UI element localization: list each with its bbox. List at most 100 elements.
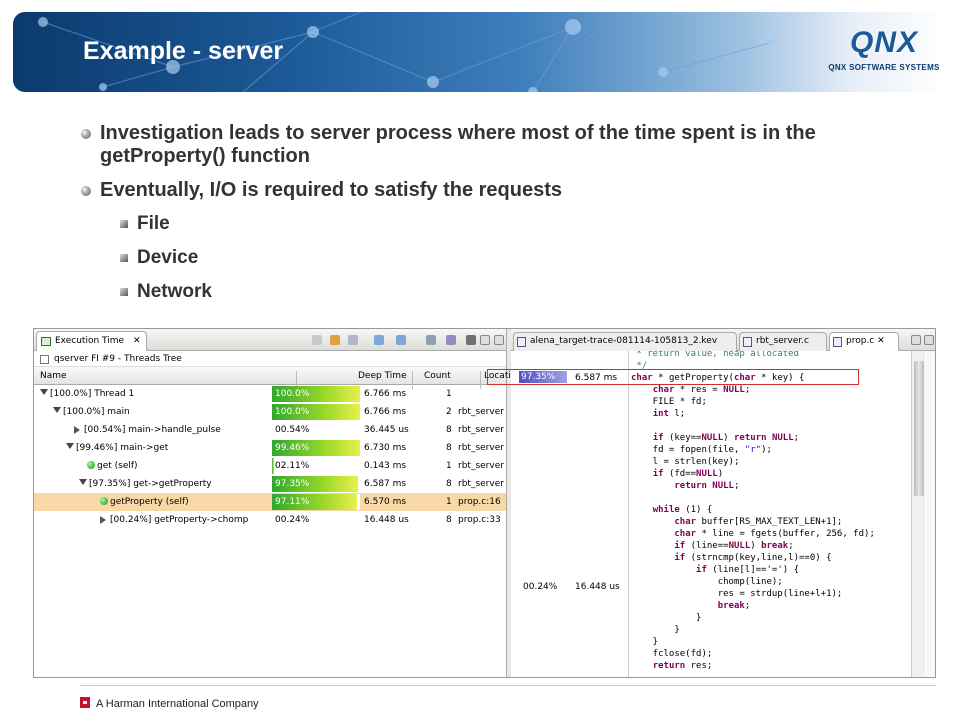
location: rbt_server <box>458 425 504 435</box>
collapsed-triangle-icon[interactable] <box>100 516 106 524</box>
count: 8 <box>446 425 452 435</box>
row-name: [00.24%] getProperty->chomp <box>110 515 249 525</box>
bullet-dot-icon <box>81 186 91 196</box>
table-row[interactable]: [99.46%] main->get 99.46% 6.730 ms 8 rbt_ser… <box>34 439 506 457</box>
column-header-deep-time[interactable]: Deep Time <box>358 371 407 381</box>
code-line: char * res = NULL; <box>652 385 751 395</box>
tab-label: rbt_server.c <box>756 336 809 346</box>
percent-bar: 00.54% <box>272 422 360 438</box>
tab-label: Execution Time <box>55 336 125 346</box>
count: 8 <box>446 515 452 525</box>
row-name: get (self) <box>97 461 138 471</box>
code-line: chomp(line); <box>631 577 783 587</box>
tab-prop-c[interactable]: prop.c ✕ <box>829 332 899 351</box>
percent-label: 100.0% <box>275 389 310 399</box>
code-editor: alena_target-trace-081114-105813_2.kev r… <box>511 329 935 677</box>
deep-time: 6.766 ms <box>364 389 407 399</box>
deep-time: 6.766 ms <box>364 407 407 417</box>
forward-arrow-icon[interactable] <box>396 335 406 345</box>
percent-label: 00.54% <box>275 425 310 435</box>
location: rbt_server <box>458 479 504 489</box>
maximize-icon[interactable] <box>924 335 934 345</box>
table-row[interactable]: getProperty (self) 97.11% 6.570 ms 1 prop.c:… <box>34 493 506 511</box>
logo-word: QNX <box>849 26 918 59</box>
scrollbar-thumb[interactable] <box>914 361 924 496</box>
location: rbt_server <box>458 443 504 453</box>
row-name: [100.0%] main <box>63 407 130 417</box>
code-line: if (strncmp(key,line,l)==0) { <box>674 553 832 563</box>
code-line: if (line==NULL) break; <box>674 541 794 551</box>
column-header-name[interactable]: Name <box>40 371 67 381</box>
column-header-count[interactable]: Count <box>424 371 451 381</box>
bullet-square-icon <box>120 254 128 262</box>
code-line: */ <box>631 361 648 371</box>
percent-bar: 100.0% <box>272 404 360 420</box>
toolbar-icon[interactable] <box>348 335 358 345</box>
green-dot-icon <box>100 497 108 505</box>
count: 1 <box>446 461 452 471</box>
minimize-icon[interactable] <box>911 335 921 345</box>
gutter-time: 6.587 ms <box>575 373 618 383</box>
maximize-icon[interactable] <box>494 335 504 345</box>
count: 1 <box>446 497 452 507</box>
table-row[interactable]: [97.35%] get->getProperty 97.35% 6.587 ms 8… <box>34 475 506 493</box>
back-arrow-icon[interactable] <box>374 335 384 345</box>
code-line: if (line[l]=='=') { <box>696 565 799 575</box>
toolbar-icon[interactable] <box>312 335 322 345</box>
code-line: if (key==NULL) return NULL; <box>652 433 800 443</box>
gutter-percent: 00.24% <box>523 582 558 592</box>
bullet-list: Investigation leads to server process wh… <box>80 122 920 315</box>
ide-screenshot: Execution Time ✕ qserver FI #9 - Threads… <box>33 328 936 678</box>
tab-execution-time[interactable]: Execution Time ✕ <box>36 331 148 351</box>
bullet-square-icon <box>120 220 128 228</box>
expand-triangle-icon[interactable] <box>40 389 48 395</box>
refresh-icon[interactable] <box>330 335 340 345</box>
profiler-gutter: 97.35% 6.587 ms 00.24% 16.448 us <box>511 351 629 677</box>
c-file-icon <box>833 337 842 347</box>
table-row[interactable]: get (self) 02.11% 0.143 ms 1 rbt_server <box>34 457 506 475</box>
percent-label: 99.46% <box>275 443 310 453</box>
percent-label: 97.35% <box>275 479 310 489</box>
minimize-icon[interactable] <box>480 335 490 345</box>
vertical-scrollbar[interactable] <box>911 351 925 677</box>
expand-triangle-icon[interactable] <box>79 479 87 485</box>
table-row[interactable]: [00.24%] getProperty->chomp 00.24% 16.448 … <box>34 511 506 529</box>
tree-icon[interactable] <box>426 335 436 345</box>
percent-label: 97.11% <box>275 497 310 507</box>
tab-rbt-server[interactable]: rbt_server.c <box>739 332 827 351</box>
overview-ruler <box>926 351 935 677</box>
table-row[interactable]: [100.0%] main 100.0% 6.766 ms 2 rbt_server <box>34 403 506 421</box>
location: rbt_server <box>458 407 504 417</box>
percent-label: 100.0% <box>275 407 310 417</box>
count: 8 <box>446 479 452 489</box>
table-row[interactable]: [00.54%] main->handle_pulse 00.54% 36.445 … <box>34 421 506 439</box>
green-dot-icon <box>87 461 95 469</box>
percent-bar: 02.11% <box>272 458 360 474</box>
bullet-dot-icon <box>81 129 91 139</box>
tab-label: prop.c ✕ <box>846 336 885 346</box>
code-line: } <box>631 613 702 623</box>
count: 1 <box>446 389 452 399</box>
harman-logo-icon <box>80 697 90 708</box>
deep-time: 6.587 ms <box>364 479 407 489</box>
sub-bullet-text: File <box>137 213 170 234</box>
trace-file-icon <box>517 337 526 347</box>
filter-icon[interactable] <box>446 335 456 345</box>
deep-time: 0.143 ms <box>364 461 407 471</box>
location: prop.c:33 <box>458 515 501 525</box>
table-row[interactable]: [100.0%] Thread 1 100.0% 6.766 ms 1 <box>34 385 506 403</box>
close-icon[interactable]: ✕ <box>133 336 141 346</box>
tab-trace-file[interactable]: alena_target-trace-081114-105813_2.kev <box>513 332 737 351</box>
collapsed-triangle-icon[interactable] <box>74 426 80 434</box>
logo-subtitle: QNX SOFTWARE SYSTEMS <box>828 63 940 72</box>
code-line: FILE * fd; <box>631 397 707 407</box>
count: 2 <box>446 407 452 417</box>
expand-triangle-icon[interactable] <box>66 443 74 449</box>
code-text[interactable]: * return value, heap allocated */ char * … <box>631 351 909 677</box>
view-menu-icon[interactable] <box>466 335 476 345</box>
code-line: * return value, heap allocated <box>631 351 799 359</box>
expand-triangle-icon[interactable] <box>53 407 61 413</box>
code-line: if (fd==NULL) <box>652 469 724 479</box>
gutter-time: 16.448 us <box>575 582 620 592</box>
editor-tab-bar: alena_target-trace-081114-105813_2.kev r… <box>511 329 935 351</box>
